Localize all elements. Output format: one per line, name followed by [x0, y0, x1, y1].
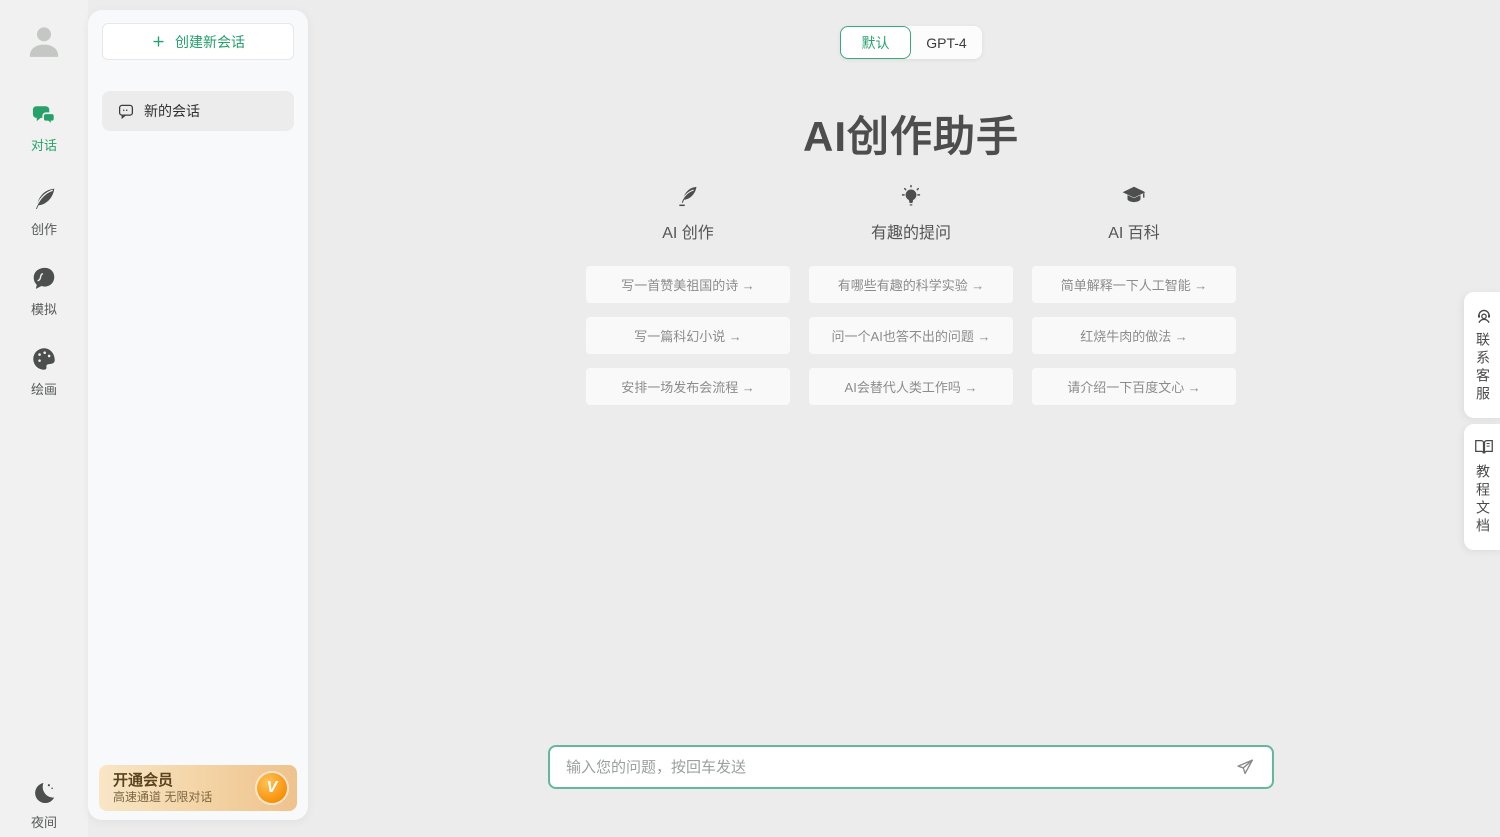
category-ai-writing: AI 创作 — [586, 183, 790, 243]
sidebar-item-chat[interactable]: 对话 — [0, 101, 88, 154]
message-input-bar — [548, 745, 1274, 789]
tab-default[interactable]: 默认 — [840, 26, 911, 59]
user-avatar[interactable] — [24, 20, 64, 62]
category-label: AI 创作 — [662, 219, 714, 243]
quill-icon — [30, 185, 58, 213]
chat-square-icon — [117, 102, 135, 120]
feather-icon — [675, 183, 701, 209]
vip-badge-icon: V — [257, 773, 287, 803]
new-chat-label: 创建新会话 — [175, 32, 245, 52]
message-input[interactable] — [566, 759, 1234, 776]
suggestion-button[interactable]: 写一首赞美祖国的诗 → — [586, 266, 790, 303]
suggestion-button[interactable]: 简单解释一下人工智能 → — [1032, 266, 1236, 303]
suggestion-button[interactable]: 问一个AI也答不出的问题 → — [809, 317, 1013, 354]
contact-support-label: 联系客服 — [1473, 332, 1493, 404]
sessions-panel: 创建新会话 新的会话 开通会员 高速通道 无限对话 V — [88, 10, 308, 820]
moon-icon — [31, 780, 57, 806]
graduation-cap-icon — [1121, 183, 1147, 209]
night-mode-toggle[interactable]: 夜间 — [0, 780, 88, 831]
suggestion-button[interactable]: AI会替代人类工作吗 → — [809, 368, 1013, 405]
headset-icon — [1473, 304, 1495, 326]
tab-gpt4[interactable]: GPT-4 — [911, 26, 982, 59]
vip-texts: 开通会员 高速通道 无限对话 — [113, 771, 257, 805]
night-mode-label: 夜间 — [31, 812, 57, 831]
session-title: 新的会话 — [144, 101, 200, 121]
suggestion-button[interactable]: 写一篇科幻小说 → — [586, 317, 790, 354]
new-chat-button[interactable]: 创建新会话 — [102, 23, 294, 60]
suggestion-button[interactable]: 安排一场发布会流程 → — [586, 368, 790, 405]
sidebar-item-label: 模拟 — [31, 299, 57, 318]
vip-title: 开通会员 — [113, 771, 257, 790]
vip-upgrade-banner[interactable]: 开通会员 高速通道 无限对话 V — [99, 765, 297, 811]
page-title: AI创作助手 — [548, 103, 1274, 164]
sidebar-item-label: 创作 — [31, 219, 57, 238]
paper-plane-icon — [1234, 756, 1256, 778]
category-row: AI 创作 有趣的提问 AI 百科 — [586, 183, 1236, 243]
palette-icon — [30, 345, 58, 373]
sidebar-item-simulate[interactable]: 模拟 — [0, 265, 88, 318]
model-tabs: 默认 GPT-4 — [840, 26, 982, 59]
suggestion-button[interactable]: 请介绍一下百度文心 → — [1032, 368, 1236, 405]
avatar-icon — [24, 20, 64, 62]
category-label: AI 百科 — [1108, 219, 1160, 243]
category-fun-questions: 有趣的提问 — [809, 183, 1013, 243]
suggestion-button[interactable]: 有哪些有趣的科学实验 → — [809, 266, 1013, 303]
left-rail: 对话 创作 模拟 绘画 — [0, 0, 88, 837]
vip-subtitle: 高速通道 无限对话 — [113, 790, 257, 805]
category-ai-wiki: AI 百科 — [1032, 183, 1236, 243]
contact-support-button[interactable]: 联系客服 — [1464, 292, 1500, 418]
session-list-item[interactable]: 新的会话 — [102, 91, 294, 131]
sidebar-item-label: 对话 — [31, 135, 57, 154]
tutorial-docs-button[interactable]: 教程文档 — [1464, 424, 1500, 550]
persona-head-icon — [30, 265, 58, 293]
send-button[interactable] — [1234, 755, 1258, 779]
chat-bubbles-icon — [29, 101, 59, 129]
sidebar-item-draw[interactable]: 绘画 — [0, 345, 88, 398]
tutorial-docs-label: 教程文档 — [1473, 464, 1493, 536]
category-label: 有趣的提问 — [871, 219, 951, 243]
open-book-icon — [1473, 436, 1495, 458]
sidebar-item-create[interactable]: 创作 — [0, 185, 88, 238]
suggestion-grid: 写一首赞美祖国的诗 → 有哪些有趣的科学实验 → 简单解释一下人工智能 → 写一… — [586, 266, 1236, 405]
suggestion-button[interactable]: 红烧牛肉的做法 → — [1032, 317, 1236, 354]
lightbulb-icon — [898, 183, 924, 209]
plus-icon — [151, 34, 166, 49]
sidebar-item-label: 绘画 — [31, 379, 57, 398]
